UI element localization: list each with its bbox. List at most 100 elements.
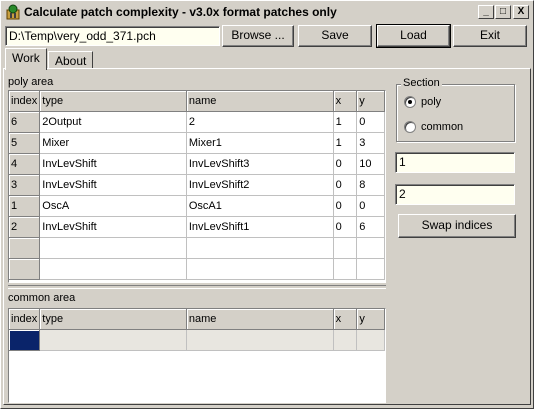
area-splitter[interactable] (8, 285, 386, 289)
maximize-button[interactable]: □ (495, 5, 511, 19)
close-button[interactable]: X (513, 5, 529, 19)
cell-x[interactable]: 1 (333, 132, 358, 154)
common-area-table: index type name x y (9, 309, 385, 351)
table-row-empty[interactable] (9, 237, 385, 259)
cell-name[interactable]: InvLevShift1 (186, 216, 334, 238)
cell-index[interactable]: 1 (9, 195, 41, 217)
cell-x[interactable]: 0 (333, 216, 358, 238)
column-header-x[interactable]: x (333, 91, 358, 112)
column-header-x[interactable]: x (333, 309, 358, 330)
cell-type[interactable] (39, 329, 187, 351)
table-row[interactable]: 1 OscA OscA1 0 0 (9, 195, 385, 217)
cell-index[interactable]: 2 (9, 216, 41, 238)
file-path-field[interactable]: D:\Temp\very_odd_371.pch (5, 26, 220, 46)
cell-x[interactable]: 0 (333, 174, 358, 196)
cell-x[interactable] (333, 237, 358, 259)
cell-name[interactable] (186, 237, 334, 259)
cell-y[interactable] (356, 237, 385, 259)
minimize-button[interactable]: _ (478, 5, 494, 19)
window-title: Calculate patch complexity - v3.0x forma… (24, 5, 337, 19)
table-row[interactable]: 3 InvLevShift InvLevShift2 0 8 (9, 174, 385, 196)
radio-poly[interactable] (404, 96, 416, 108)
first-index-value: 1 (399, 155, 406, 169)
cell-x[interactable] (333, 329, 358, 351)
second-index-field[interactable]: 2 (395, 184, 515, 205)
cell-index[interactable] (9, 258, 41, 280)
cell-name[interactable] (186, 329, 334, 351)
common-area-label: common area (8, 292, 76, 304)
cell-x[interactable] (333, 258, 358, 280)
swap-indices-label: Swap indices (421, 218, 493, 232)
cell-y[interactable]: 0 (356, 111, 385, 133)
column-header-name[interactable]: name (186, 309, 334, 330)
cell-y[interactable] (356, 258, 385, 280)
cell-index[interactable]: 3 (9, 174, 41, 196)
radio-common-label[interactable]: common (421, 121, 463, 133)
cell-type[interactable]: OscA (39, 195, 187, 217)
poly-area-label: poly area (8, 76, 54, 88)
cell-x[interactable]: 0 (333, 195, 358, 217)
section-groupbox-label: Section (401, 77, 442, 89)
cell-y[interactable] (356, 329, 385, 351)
browse-button[interactable]: Browse ... (222, 25, 294, 47)
radio-poly-label[interactable]: poly (421, 96, 441, 108)
tab-about[interactable]: About (48, 51, 94, 69)
cell-type[interactable] (39, 258, 187, 280)
section-groupbox (396, 84, 515, 142)
column-header-type[interactable]: type (39, 309, 187, 330)
cell-type[interactable]: InvLevShift (39, 216, 187, 238)
column-header-type[interactable]: type (39, 91, 187, 112)
table-row-empty[interactable] (9, 258, 385, 280)
cell-y[interactable]: 6 (356, 216, 385, 238)
poly-area-table: index type name x y 6 2Output 2 1 0 5 Mi… (9, 91, 385, 280)
load-button-label: Load (400, 28, 427, 42)
cell-y[interactable]: 0 (356, 195, 385, 217)
tab-work[interactable]: Work (5, 48, 47, 70)
column-header-name[interactable]: name (186, 91, 334, 112)
cell-y[interactable]: 10 (356, 153, 385, 175)
first-index-field[interactable]: 1 (395, 152, 515, 173)
swap-indices-button[interactable]: Swap indices (398, 214, 516, 238)
title-bar[interactable]: Calculate patch complexity - v3.0x forma… (2, 2, 530, 22)
cell-name[interactable]: 2 (186, 111, 334, 133)
cell-name[interactable]: Mixer1 (186, 132, 334, 154)
column-header-y[interactable]: y (356, 91, 385, 112)
file-path-text: D:\Temp\very_odd_371.pch (9, 29, 156, 43)
cell-y[interactable]: 3 (356, 132, 385, 154)
poly-area-grid[interactable]: index type name x y 6 2Output 2 1 0 5 Mi… (8, 90, 386, 283)
cell-index[interactable]: 5 (9, 132, 41, 154)
tab-about-label: About (55, 54, 87, 68)
cell-y[interactable]: 8 (356, 174, 385, 196)
cell-index[interactable]: 4 (9, 153, 41, 175)
table-row-empty[interactable] (9, 329, 385, 351)
cell-index[interactable]: 6 (9, 111, 41, 133)
column-header-index[interactable]: index (9, 91, 41, 112)
second-index-value: 2 (399, 187, 406, 201)
common-area-grid[interactable]: index type name x y (8, 308, 386, 403)
radio-common[interactable] (404, 121, 416, 133)
table-row[interactable]: 4 InvLevShift InvLevShift3 0 10 (9, 153, 385, 175)
cell-type[interactable]: Mixer (39, 132, 187, 154)
column-header-y[interactable]: y (356, 309, 385, 330)
load-button[interactable]: Load (376, 24, 451, 48)
cell-index-selected[interactable] (9, 329, 41, 351)
cell-type[interactable]: InvLevShift (39, 174, 187, 196)
exit-button[interactable]: Exit (453, 25, 527, 47)
cell-type[interactable]: 2Output (39, 111, 187, 133)
cell-type[interactable]: InvLevShift (39, 153, 187, 175)
table-row[interactable]: 6 2Output 2 1 0 (9, 111, 385, 133)
cell-name[interactable]: OscA1 (186, 195, 334, 217)
browse-button-label: Browse ... (231, 28, 285, 42)
table-row[interactable]: 5 Mixer Mixer1 1 3 (9, 132, 385, 154)
column-header-index[interactable]: index (9, 309, 41, 330)
cell-x[interactable]: 0 (333, 153, 358, 175)
cell-type[interactable] (39, 237, 187, 259)
table-row[interactable]: 2 InvLevShift InvLevShift1 0 6 (9, 216, 385, 238)
cell-index[interactable] (9, 237, 41, 259)
cell-name[interactable]: InvLevShift2 (186, 174, 334, 196)
save-button[interactable]: Save (298, 25, 372, 47)
cell-name[interactable]: InvLevShift3 (186, 153, 334, 175)
cell-x[interactable]: 1 (333, 111, 358, 133)
cell-name[interactable] (186, 258, 334, 280)
tab-work-label: Work (12, 51, 40, 65)
